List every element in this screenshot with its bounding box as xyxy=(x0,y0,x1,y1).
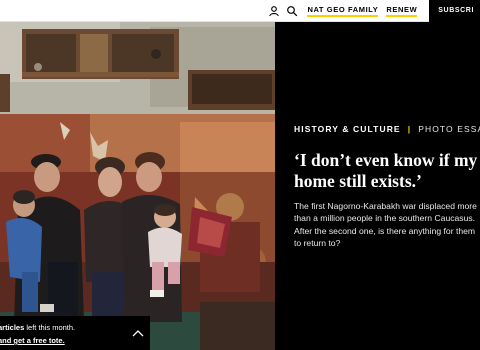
article-kicker: HISTORY & CULTURE | PHOTO ESSAY xyxy=(294,124,480,134)
section-label[interactable]: HISTORY & CULTURE xyxy=(294,124,401,134)
user-icon[interactable] xyxy=(268,5,280,17)
meter-count-text: articles left this month. xyxy=(0,323,150,332)
content-type-label: PHOTO ESSAY xyxy=(418,124,480,134)
renew-link[interactable]: RENEW xyxy=(386,5,418,17)
top-nav-bar: NAT GEO FAMILY RENEW SUBSCRI xyxy=(0,0,480,22)
article-dek: The first Nagorno-Karabakh war displaced… xyxy=(294,201,477,248)
search-icon[interactable] xyxy=(286,5,298,17)
subscribe-button[interactable]: SUBSCRI xyxy=(429,0,480,22)
meter-cta-link[interactable]: and get a free tote. xyxy=(0,336,150,345)
kicker-separator: | xyxy=(407,124,412,134)
nat-geo-family-link[interactable]: NAT GEO FAMILY xyxy=(307,5,379,17)
meter-suffix: left this month. xyxy=(24,323,76,332)
meter-bar[interactable]: articles left this month. and get a free… xyxy=(0,316,150,350)
meter-articles-label: articles xyxy=(0,323,25,332)
hero-photo xyxy=(0,22,275,350)
family-portrait-image xyxy=(0,22,275,350)
chevron-up-icon[interactable] xyxy=(132,329,144,337)
article-headline: ‘I don’t even know if my home still exis… xyxy=(294,150,478,191)
